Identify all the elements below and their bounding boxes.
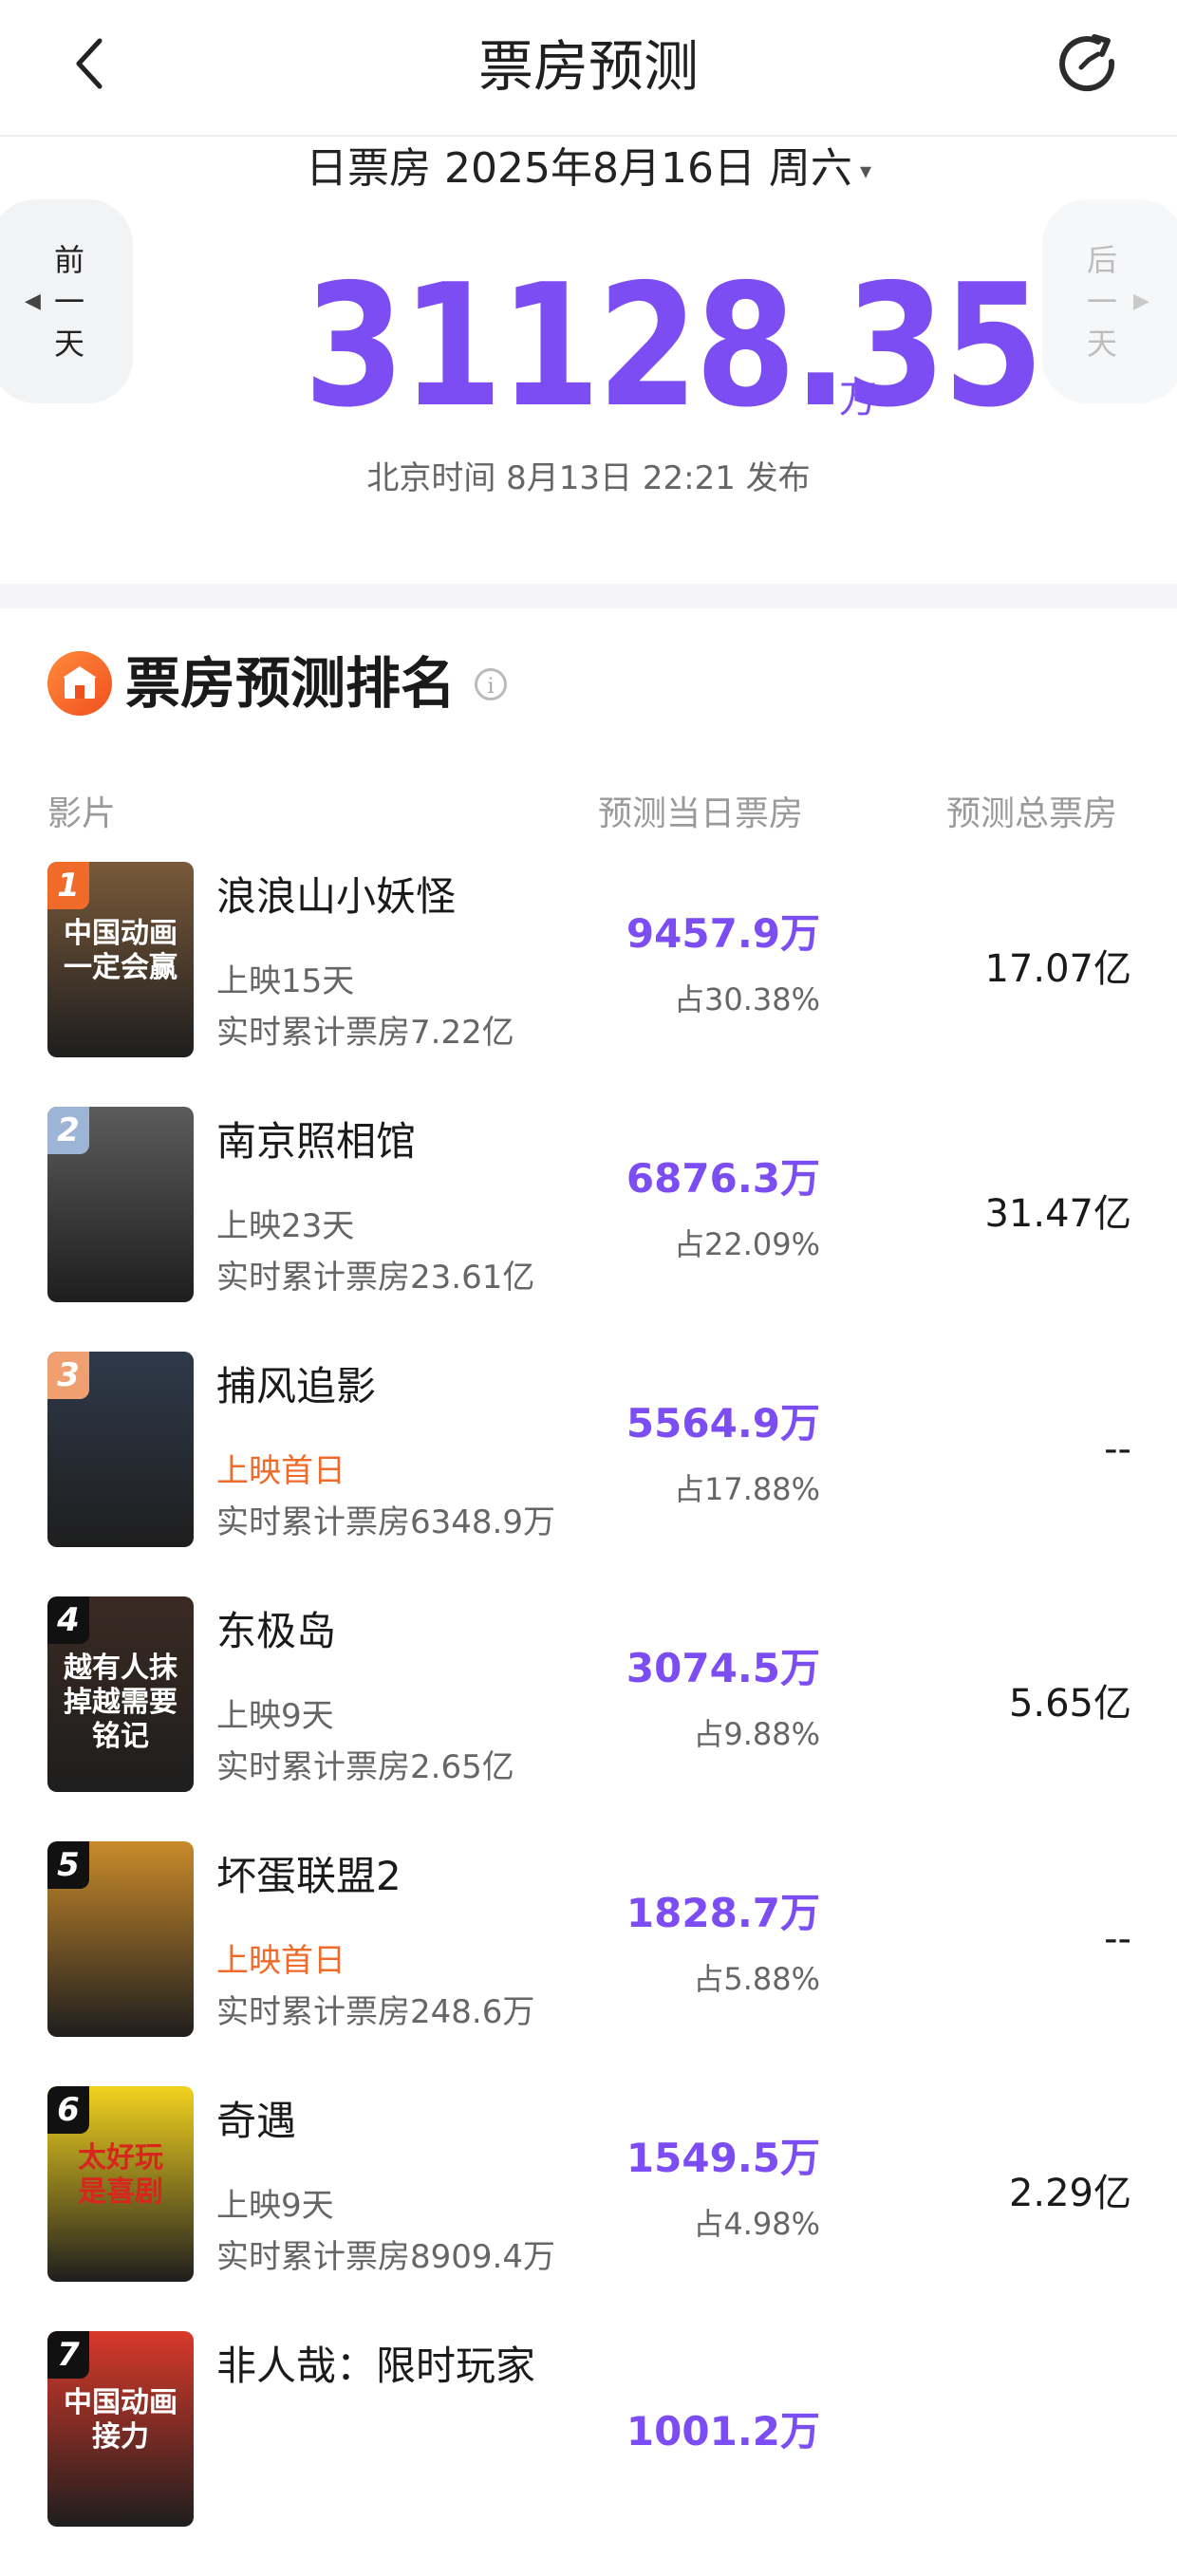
refresh-button[interactable]: [1054, 28, 1126, 101]
previous-day-label: 前 一 天: [53, 239, 85, 364]
publish-time: 北京时间 8月13日 22:21 发布: [366, 459, 811, 497]
column-header-film: 影片: [47, 794, 117, 833]
film-row[interactable]: 1 中国动画一定会赢 浪浪山小妖怪上映15天实时累计票房7.22亿 9457.9万占3…: [0, 862, 1177, 1107]
predicted-total-box-office: --: [1104, 1917, 1131, 1961]
rank-badge: 1: [47, 862, 89, 909]
daily-share: 占4.98%: [693, 2206, 820, 2242]
release-days: 上映首日: [216, 1942, 346, 1980]
release-days: 上映9天: [216, 2187, 334, 2225]
cumulative-box-office: 实时累计票房2.65亿: [216, 1748, 514, 1786]
poster-artwork-text: 中国动画一定会赢: [64, 917, 177, 984]
column-header-daily: 预测当日票房: [598, 794, 804, 833]
next-day-label: 后 一 天: [1086, 239, 1118, 364]
next-day-char: 天: [1086, 326, 1117, 362]
release-days: 上映23天: [216, 1207, 355, 1245]
next-day-button[interactable]: ▶ 后 一 天: [1042, 199, 1177, 403]
previous-day-char: 一: [53, 284, 84, 320]
film-name: 东极岛: [216, 1608, 337, 1654]
predicted-total-box-office: 2.29亿: [1008, 2172, 1131, 2215]
rank-badge: 5: [47, 1841, 89, 1889]
rank-badge: 2: [47, 1107, 89, 1154]
previous-day-char: 前: [53, 242, 84, 278]
film-row[interactable]: 7 中国动画接力 非人哉：限时玩家 1001.2万: [0, 2331, 1177, 2576]
next-day-char: 一: [1086, 284, 1117, 320]
rank-badge: 4: [47, 1596, 89, 1644]
arrow-left-icon: ◀: [25, 289, 41, 313]
predicted-daily-box-office: 1549.5万: [626, 2135, 820, 2181]
cumulative-box-office: 实时累计票房7.22亿: [216, 1014, 514, 1052]
release-days: 上映首日: [216, 1452, 346, 1490]
film-name: 浪浪山小妖怪: [216, 873, 457, 920]
refresh-icon: [1059, 34, 1115, 92]
date-selector[interactable]: 日票房 2025年8月16日 周六 ▾: [0, 139, 1177, 201]
date-label: 日票房 2025年8月16日 周六: [306, 144, 852, 193]
daily-share: 占30.38%: [673, 981, 820, 1017]
predicted-total-box-office: 31.47亿: [984, 1192, 1131, 1236]
ranking-title: 票房预测排名: [125, 651, 457, 716]
film-poster[interactable]: 2: [47, 1107, 194, 1302]
film-name: 捕风追影: [216, 1363, 377, 1409]
page-title: 票房预测: [477, 34, 699, 99]
film-row[interactable]: 6 太好玩 是喜剧 奇遇上映9天实时累计票房8909.4万 1549.5万占4.98%…: [0, 2086, 1177, 2331]
film-row[interactable]: 5 坏蛋联盟2 上映首日实时累计票房248.6万 1828.7万占5.88% --: [0, 1841, 1177, 2086]
previous-day-char: 天: [53, 326, 84, 362]
total-unit: 万: [839, 378, 877, 421]
arrow-right-icon: ▶: [1133, 289, 1149, 313]
rank-badge: 3: [47, 1352, 89, 1399]
daily-share: 占9.88%: [693, 1716, 820, 1752]
next-day-char: 后: [1086, 242, 1117, 278]
predicted-daily-box-office: 5564.9万: [626, 1400, 820, 1447]
cumulative-box-office: 实时累计票房248.6万: [216, 1993, 535, 2031]
film-poster[interactable]: 3: [47, 1352, 194, 1547]
daily-share: 占22.09%: [673, 1226, 820, 1262]
predicted-daily-box-office: 6876.3万: [626, 1155, 820, 1202]
total-box-office: 31128.35: [304, 248, 1044, 444]
film-name: 奇遇: [216, 2098, 297, 2144]
cumulative-box-office: 实时累计票房6348.9万: [216, 1503, 555, 1541]
film-row[interactable]: 2 南京照相馆上映23天实时累计票房23.61亿 6876.3万占22.09% 31.…: [0, 1107, 1177, 1352]
predicted-total-box-office: 17.07亿: [984, 947, 1131, 991]
poster-artwork-text: 越有人抹掉越需要铭记: [64, 1652, 177, 1753]
top-bar: 票房预测: [0, 0, 1177, 137]
film-poster[interactable]: 5: [47, 1841, 194, 2037]
predicted-total-box-office: 5.65亿: [1008, 1682, 1131, 1726]
film-name: 非人哉：限时玩家: [216, 2343, 536, 2389]
release-days: 上映15天: [216, 962, 355, 1000]
poster-artwork-text: 中国动画接力: [64, 2386, 177, 2454]
film-poster[interactable]: 6 太好玩 是喜剧: [47, 2086, 194, 2282]
cumulative-box-office: 实时累计票房23.61亿: [216, 1259, 535, 1297]
info-icon[interactable]: i: [475, 668, 507, 700]
predicted-daily-box-office: 9457.9万: [626, 910, 820, 957]
film-poster[interactable]: 1 中国动画一定会赢: [47, 862, 194, 1057]
film-row[interactable]: 4 越有人抹掉越需要铭记 东极岛上映9天实时累计票房2.65亿 3074.5万占9.8…: [0, 1596, 1177, 1841]
film-row[interactable]: 3 捕风追影上映首日实时累计票房6348.9万 5564.9万占17.88% --: [0, 1352, 1177, 1596]
cumulative-box-office: 实时累计票房8909.4万: [216, 2238, 555, 2276]
predicted-total-box-office: --: [1104, 1428, 1131, 1471]
column-header-total: 预测总票房: [946, 794, 1118, 833]
predicted-daily-box-office: 3074.5万: [626, 1645, 820, 1691]
film-name: 坏蛋联盟2: [216, 1853, 402, 1899]
release-days: 上映9天: [216, 1697, 334, 1735]
caret-down-icon: ▾: [859, 158, 871, 184]
predicted-daily-box-office: 1001.2万: [626, 2408, 820, 2455]
theater-icon: [47, 651, 112, 716]
film-poster[interactable]: 7 中国动画接力: [47, 2331, 194, 2527]
film-name: 南京照相馆: [216, 1118, 417, 1165]
poster-artwork-text: 太好玩 是喜剧: [78, 2141, 163, 2209]
daily-share: 占17.88%: [673, 1471, 820, 1507]
section-divider: [0, 584, 1177, 608]
previous-day-button[interactable]: ◀ 前 一 天: [0, 199, 133, 403]
rank-badge: 7: [47, 2331, 89, 2379]
predicted-daily-box-office: 1828.7万: [626, 1890, 820, 1936]
film-poster[interactable]: 4 越有人抹掉越需要铭记: [47, 1596, 194, 1792]
rank-badge: 6: [47, 2086, 89, 2134]
daily-share: 占5.88%: [693, 1961, 820, 1997]
